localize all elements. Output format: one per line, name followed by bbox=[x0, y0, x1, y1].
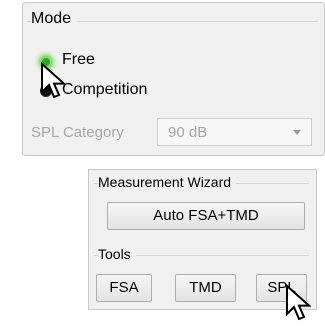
mode-group-title: Mode bbox=[31, 10, 78, 28]
spl-category-label: SPL Category bbox=[31, 124, 124, 141]
measurement-wizard-title: Measurement Wizard bbox=[98, 174, 237, 190]
tools-panel: Measurement Wizard Auto FSA+TMD Tools FS… bbox=[88, 169, 317, 310]
chevron-down-icon bbox=[293, 130, 301, 135]
tools-title: Tools bbox=[98, 246, 136, 262]
competition-radio-label[interactable]: Competition bbox=[62, 81, 147, 99]
tmd-button[interactable]: TMD bbox=[175, 274, 236, 302]
fsa-button[interactable]: FSA bbox=[96, 274, 152, 302]
auto-fsa-tmd-button[interactable]: Auto FSA+TMD bbox=[107, 202, 305, 230]
mouse-pointer-icon bbox=[41, 62, 67, 99]
spl-category-select[interactable]: 90 dB bbox=[157, 118, 312, 146]
spl-category-value: 90 dB bbox=[168, 124, 208, 141]
mouse-pointer-icon bbox=[286, 284, 311, 321]
